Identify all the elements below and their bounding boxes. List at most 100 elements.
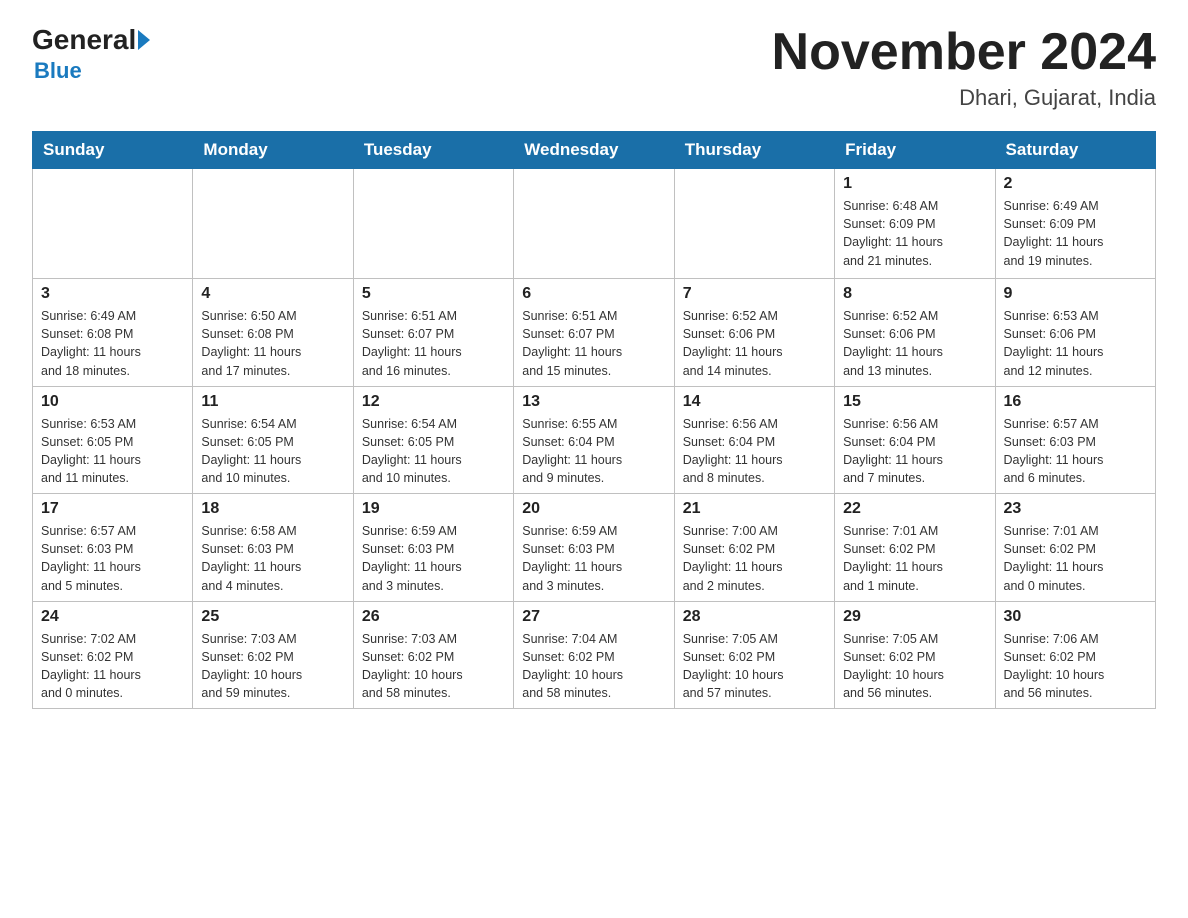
calendar-cell-w2-d3: 6 Sunrise: 6:51 AMSunset: 6:07 PMDaylight… (514, 279, 674, 387)
day-number: 3 (41, 285, 184, 303)
day-info: Sunrise: 6:54 AMSunset: 6:05 PMDaylight:… (362, 415, 505, 488)
day-info: Sunrise: 7:06 AMSunset: 6:02 PMDaylight:… (1004, 630, 1147, 703)
day-info: Sunrise: 7:01 AMSunset: 6:02 PMDaylight:… (843, 522, 986, 595)
day-info: Sunrise: 7:03 AMSunset: 6:02 PMDaylight:… (201, 630, 344, 703)
header-wednesday: Wednesday (514, 132, 674, 169)
day-info: Sunrise: 6:56 AMSunset: 6:04 PMDaylight:… (843, 415, 986, 488)
calendar-cell-w4-d2: 19Sunrise: 6:59 AMSunset: 6:03 PMDayligh… (353, 494, 513, 602)
day-info: Sunrise: 7:04 AMSunset: 6:02 PMDaylight:… (522, 630, 665, 703)
header-tuesday: Tuesday (353, 132, 513, 169)
header-saturday: Saturday (995, 132, 1155, 169)
header-friday: Friday (835, 132, 995, 169)
day-number: 9 (1004, 285, 1147, 303)
calendar-cell-w2-d0: 3 Sunrise: 6:49 AMSunset: 6:08 PMDaylight… (33, 279, 193, 387)
calendar-table: Sunday Monday Tuesday Wednesday Thursday… (32, 131, 1156, 709)
week-row-5: 24Sunrise: 7:02 AMSunset: 6:02 PMDayligh… (33, 601, 1156, 709)
day-info: Sunrise: 6:59 AMSunset: 6:03 PMDaylight:… (522, 522, 665, 595)
calendar-cell-w2-d2: 5 Sunrise: 6:51 AMSunset: 6:07 PMDaylight… (353, 279, 513, 387)
calendar-cell-w1-d5: 1Sunrise: 6:48 AMSunset: 6:09 PMDaylight… (835, 169, 995, 279)
day-number: 18 (201, 500, 344, 518)
day-number: 1 (843, 175, 986, 193)
logo: General Blue (32, 24, 150, 84)
calendar-cell-w4-d5: 22 Sunrise: 7:01 AMSunset: 6:02 PMDayligh… (835, 494, 995, 602)
day-info: Sunrise: 6:53 AMSunset: 6:06 PMDaylight:… (1004, 307, 1147, 380)
logo-general-text: General (32, 24, 136, 56)
calendar-cell-w5-d0: 24Sunrise: 7:02 AMSunset: 6:02 PMDayligh… (33, 601, 193, 709)
day-number: 12 (362, 393, 505, 411)
week-row-1: 1Sunrise: 6:48 AMSunset: 6:09 PMDaylight… (33, 169, 1156, 279)
calendar-cell-w4-d6: 23 Sunrise: 7:01 AMSunset: 6:02 PMDayligh… (995, 494, 1155, 602)
location-text: Dhari, Gujarat, India (772, 85, 1156, 111)
calendar-cell-w1-d1 (193, 169, 353, 279)
day-number: 25 (201, 608, 344, 626)
day-number: 27 (522, 608, 665, 626)
day-info: Sunrise: 6:54 AMSunset: 6:05 PMDaylight:… (201, 415, 344, 488)
calendar-cell-w4-d4: 21 Sunrise: 7:00 AMSunset: 6:02 PMDayligh… (674, 494, 834, 602)
day-number: 8 (843, 285, 986, 303)
day-number: 30 (1004, 608, 1147, 626)
day-number: 2 (1004, 175, 1147, 193)
day-number: 17 (41, 500, 184, 518)
logo-blue-text: Blue (34, 58, 82, 84)
day-info: Sunrise: 6:49 AMSunset: 6:09 PMDaylight:… (1004, 197, 1147, 270)
day-number: 6 (522, 285, 665, 303)
day-number: 21 (683, 500, 826, 518)
header-monday: Monday (193, 132, 353, 169)
day-info: Sunrise: 6:58 AMSunset: 6:03 PMDaylight:… (201, 522, 344, 595)
day-info: Sunrise: 7:01 AMSunset: 6:02 PMDaylight:… (1004, 522, 1147, 595)
day-info: Sunrise: 6:50 AMSunset: 6:08 PMDaylight:… (201, 307, 344, 380)
day-number: 23 (1004, 500, 1147, 518)
calendar-cell-w1-d0 (33, 169, 193, 279)
day-number: 5 (362, 285, 505, 303)
calendar-cell-w3-d5: 15 Sunrise: 6:56 AMSunset: 6:04 PMDayligh… (835, 386, 995, 494)
calendar-cell-w4-d3: 20 Sunrise: 6:59 AMSunset: 6:03 PMDayligh… (514, 494, 674, 602)
week-row-3: 10Sunrise: 6:53 AMSunset: 6:05 PMDayligh… (33, 386, 1156, 494)
calendar-cell-w1-d3 (514, 169, 674, 279)
calendar-cell-w1-d4 (674, 169, 834, 279)
day-info: Sunrise: 7:00 AMSunset: 6:02 PMDaylight:… (683, 522, 826, 595)
calendar-cell-w2-d4: 7 Sunrise: 6:52 AMSunset: 6:06 PMDaylight… (674, 279, 834, 387)
month-year-title: November 2024 (772, 24, 1156, 81)
calendar-cell-w1-d6: 2 Sunrise: 6:49 AMSunset: 6:09 PMDaylight… (995, 169, 1155, 279)
day-number: 22 (843, 500, 986, 518)
calendar-cell-w1-d2 (353, 169, 513, 279)
day-info: Sunrise: 7:02 AMSunset: 6:02 PMDaylight:… (41, 630, 184, 703)
header-sunday: Sunday (33, 132, 193, 169)
day-number: 20 (522, 500, 665, 518)
header: General Blue November 2024 Dhari, Gujara… (32, 24, 1156, 111)
day-info: Sunrise: 6:57 AMSunset: 6:03 PMDaylight:… (41, 522, 184, 595)
calendar-cell-w3-d2: 12 Sunrise: 6:54 AMSunset: 6:05 PMDayligh… (353, 386, 513, 494)
weekday-header-row: Sunday Monday Tuesday Wednesday Thursday… (33, 132, 1156, 169)
logo-arrow-icon (138, 30, 150, 50)
calendar-cell-w5-d5: 29 Sunrise: 7:05 AMSunset: 6:02 PMDayligh… (835, 601, 995, 709)
calendar-cell-w3-d1: 11 Sunrise: 6:54 AMSunset: 6:05 PMDayligh… (193, 386, 353, 494)
day-number: 16 (1004, 393, 1147, 411)
day-info: Sunrise: 7:05 AMSunset: 6:02 PMDaylight:… (843, 630, 986, 703)
day-info: Sunrise: 6:49 AMSunset: 6:08 PMDaylight:… (41, 307, 184, 380)
day-number: 15 (843, 393, 986, 411)
calendar-cell-w3-d4: 14Sunrise: 6:56 AMSunset: 6:04 PMDayligh… (674, 386, 834, 494)
day-info: Sunrise: 6:59 AMSunset: 6:03 PMDaylight:… (362, 522, 505, 595)
day-info: Sunrise: 7:03 AMSunset: 6:02 PMDaylight:… (362, 630, 505, 703)
day-info: Sunrise: 6:52 AMSunset: 6:06 PMDaylight:… (683, 307, 826, 380)
day-info: Sunrise: 6:51 AMSunset: 6:07 PMDaylight:… (362, 307, 505, 380)
day-info: Sunrise: 6:55 AMSunset: 6:04 PMDaylight:… (522, 415, 665, 488)
day-number: 4 (201, 285, 344, 303)
calendar-cell-w3-d6: 16 Sunrise: 6:57 AMSunset: 6:03 PMDayligh… (995, 386, 1155, 494)
day-info: Sunrise: 6:57 AMSunset: 6:03 PMDaylight:… (1004, 415, 1147, 488)
day-number: 29 (843, 608, 986, 626)
day-number: 11 (201, 393, 344, 411)
calendar-cell-w3-d0: 10Sunrise: 6:53 AMSunset: 6:05 PMDayligh… (33, 386, 193, 494)
calendar-cell-w5-d3: 27 Sunrise: 7:04 AMSunset: 6:02 PMDayligh… (514, 601, 674, 709)
day-number: 7 (683, 285, 826, 303)
day-info: Sunrise: 6:56 AMSunset: 6:04 PMDaylight:… (683, 415, 826, 488)
day-number: 26 (362, 608, 505, 626)
calendar-cell-w3-d3: 13Sunrise: 6:55 AMSunset: 6:04 PMDayligh… (514, 386, 674, 494)
day-info: Sunrise: 6:53 AMSunset: 6:05 PMDaylight:… (41, 415, 184, 488)
calendar-cell-w5-d1: 25 Sunrise: 7:03 AMSunset: 6:02 PMDayligh… (193, 601, 353, 709)
day-info: Sunrise: 6:51 AMSunset: 6:07 PMDaylight:… (522, 307, 665, 380)
calendar-cell-w4-d0: 17 Sunrise: 6:57 AMSunset: 6:03 PMDayligh… (33, 494, 193, 602)
day-number: 28 (683, 608, 826, 626)
day-info: Sunrise: 7:05 AMSunset: 6:02 PMDaylight:… (683, 630, 826, 703)
calendar-cell-w2-d5: 8Sunrise: 6:52 AMSunset: 6:06 PMDaylight… (835, 279, 995, 387)
